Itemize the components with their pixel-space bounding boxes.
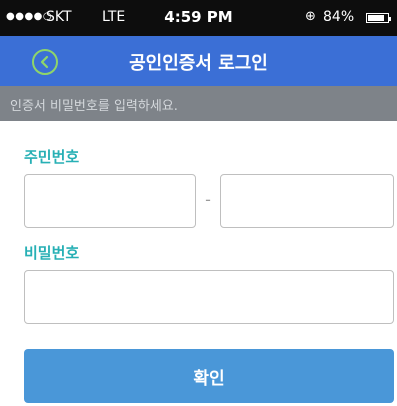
battery-percentage: 84% [323,9,355,25]
battery-icon [366,13,391,23]
resident-number-front-input[interactable] [24,174,196,228]
battery-nub [389,17,391,21]
navigation-bar: 공인인증서 로그인 [0,36,397,86]
resident-number-back-input[interactable] [220,174,394,228]
status-bar: ●●●●○ SKT LTE 4:59 PM ⊕ 84% [0,0,397,36]
resident-number-separator: - [205,190,211,209]
confirm-button[interactable]: 확인 [24,349,394,403]
password-label: 비밀번호 [24,244,80,262]
page-title: 공인인증서 로그인 [129,53,268,74]
instruction-text: 인증서 비밀번호를 입력하세요. [10,99,178,114]
rotation-lock-icon: ⊕ [305,9,316,24]
resident-number-label: 주민번호 [24,148,80,166]
instruction-banner: 인증서 비밀번호를 입력하세요. [0,86,397,121]
certificate-password-input[interactable] [24,270,394,324]
battery-level [368,15,384,21]
